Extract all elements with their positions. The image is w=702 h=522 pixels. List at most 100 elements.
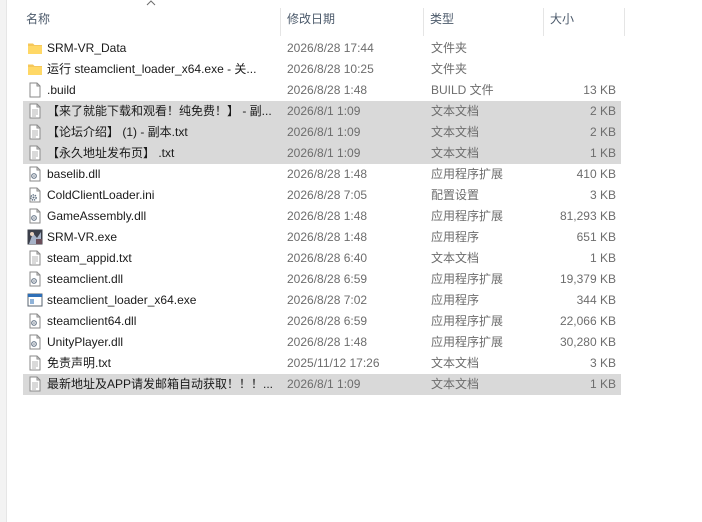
file-type: 应用程序扩展 — [431, 167, 504, 181]
file-modified-date: 2026/8/28 10:25 — [287, 62, 374, 76]
file-size — [543, 59, 616, 80]
column-divider[interactable] — [543, 8, 544, 36]
file-type: 应用程序扩展 — [431, 335, 504, 349]
dll-file-icon — [27, 208, 43, 224]
file-name: 【永久地址发布页】 .txt — [47, 146, 175, 160]
file-type: 文本文档 — [431, 125, 480, 139]
file-size: 344 KB — [576, 293, 616, 307]
file-name: 【论坛介绍】 (1) - 副本.txt — [47, 125, 188, 139]
file-row[interactable]: .build 2026/8/28 1:48 BUILD 文件 13 KB — [23, 80, 621, 101]
file-size: 22,066 KB — [559, 314, 616, 328]
file-name: steamclient_loader_x64.exe — [47, 293, 197, 307]
file-size: 2 KB — [589, 125, 616, 139]
column-header-size[interactable]: 大小 — [546, 0, 624, 36]
file-type: 应用程序扩展 — [431, 209, 504, 223]
column-divider[interactable] — [280, 8, 281, 36]
file-size: 410 KB — [576, 167, 616, 181]
file-type: 应用程序扩展 — [431, 272, 504, 286]
game-exe-icon — [27, 229, 43, 245]
dll-file-icon — [27, 271, 43, 287]
file-row[interactable]: 【永久地址发布页】 .txt 2026/8/1 1:09 文本文档 1 KB — [23, 143, 621, 164]
file-row[interactable]: 免责声明.txt 2025/11/12 17:26 文本文档 3 KB — [23, 353, 621, 374]
file-type: BUILD 文件 — [431, 83, 494, 97]
file-size: 1 KB — [589, 146, 616, 160]
file-row[interactable]: UnityPlayer.dll 2026/8/28 1:48 应用程序扩展 30,28… — [23, 332, 621, 353]
file-name: GameAssembly.dll — [47, 209, 147, 223]
column-divider[interactable] — [624, 8, 625, 36]
file-name: steam_appid.txt — [47, 251, 132, 265]
file-row[interactable]: SRM-VR.exe 2026/8/28 1:48 应用程序 651 KB — [23, 227, 621, 248]
file-row[interactable]: SRM-VR_Data 2026/8/28 17:44 文件夹 — [23, 38, 621, 59]
file-modified-date: 2026/8/28 1:48 — [287, 230, 368, 244]
file-row[interactable]: steamclient64.dll 2026/8/28 6:59 应用程序扩展 22,… — [23, 311, 621, 332]
file-type: 文本文档 — [431, 356, 480, 370]
file-modified-date: 2026/8/28 1:48 — [287, 83, 368, 97]
file-modified-date: 2026/8/1 1:09 — [287, 146, 361, 160]
column-header-type[interactable]: 类型 — [426, 0, 542, 36]
exe-window-icon — [27, 292, 43, 308]
file-size: 3 KB — [589, 188, 616, 202]
file-name: SRM-VR_Data — [47, 41, 127, 55]
file-type: 文件夹 — [431, 62, 468, 76]
file-row[interactable]: steamclient_loader_x64.exe 2026/8/28 7:02… — [23, 290, 621, 311]
file-name: ColdClientLoader.ini — [47, 188, 155, 202]
file-modified-date: 2026/8/28 17:44 — [287, 41, 374, 55]
text-file-icon — [27, 355, 43, 371]
file-type: 文本文档 — [431, 377, 480, 391]
file-modified-date: 2026/8/28 7:02 — [287, 293, 368, 307]
file-modified-date: 2026/8/28 6:40 — [287, 251, 368, 265]
file-name: SRM-VR.exe — [47, 230, 118, 244]
blank-file-icon — [27, 82, 43, 98]
file-type: 文件夹 — [431, 41, 468, 55]
file-row[interactable]: steam_appid.txt 2026/8/28 6:40 文本文档 1 KB — [23, 248, 621, 269]
file-modified-date: 2025/11/12 17:26 — [287, 356, 380, 370]
file-size: 19,379 KB — [559, 272, 616, 286]
file-name: .build — [47, 83, 76, 97]
file-size: 1 KB — [589, 377, 616, 391]
column-header-date[interactable]: 修改日期 — [283, 0, 423, 36]
file-row[interactable]: 【论坛介绍】 (1) - 副本.txt 2026/8/1 1:09 文本文档 2 KB — [23, 122, 621, 143]
text-file-icon — [27, 376, 43, 392]
file-type: 文本文档 — [431, 146, 480, 160]
file-size: 30,280 KB — [559, 335, 616, 349]
file-modified-date: 2026/8/28 1:48 — [287, 167, 368, 181]
text-file-icon — [27, 103, 43, 119]
file-row[interactable]: steamclient.dll 2026/8/28 6:59 应用程序扩展 19,37… — [23, 269, 621, 290]
file-size: 1 KB — [589, 251, 616, 265]
file-size: 651 KB — [576, 230, 616, 244]
file-modified-date: 2026/8/28 6:59 — [287, 272, 368, 286]
file-size: 13 KB — [583, 83, 616, 97]
file-modified-date: 2026/8/1 1:09 — [287, 125, 361, 139]
text-file-icon — [27, 250, 43, 266]
file-modified-date: 2026/8/28 7:05 — [287, 188, 368, 202]
file-modified-date: 2026/8/28 1:48 — [287, 335, 368, 349]
column-divider[interactable] — [423, 8, 424, 36]
file-name: steamclient.dll — [47, 272, 124, 286]
file-row[interactable]: baselib.dll 2026/8/28 1:48 应用程序扩展 410 KB — [23, 164, 621, 185]
file-size: 81,293 KB — [559, 209, 616, 223]
dll-file-icon — [27, 313, 43, 329]
folder-icon — [27, 61, 43, 77]
file-row[interactable]: 最新地址及APP请发邮箱自动获取！！！... 2026/8/1 1:09 文本文档 1… — [23, 374, 621, 395]
file-row[interactable]: 运行 steamclient_loader_x64.exe - 关... 2026… — [23, 59, 621, 80]
file-size: 3 KB — [589, 356, 616, 370]
column-header-name[interactable]: 名称 — [22, 0, 280, 36]
settings-file-icon — [27, 187, 43, 203]
file-name: 最新地址及APP请发邮箱自动获取！！！... — [47, 377, 274, 391]
file-modified-date: 2026/8/28 6:59 — [287, 314, 368, 328]
file-name: 运行 steamclient_loader_x64.exe - 关... — [47, 62, 257, 76]
dll-file-icon — [27, 166, 43, 182]
navigation-pane-edge — [0, 0, 7, 522]
folder-icon — [27, 40, 43, 56]
file-name: 【来了就能下载和观看！纯免费！】 - 副... — [47, 104, 272, 118]
file-type: 文本文档 — [431, 104, 480, 118]
file-row[interactable]: 【来了就能下载和观看！纯免费！】 - 副... 2026/8/1 1:09 文本文档… — [23, 101, 621, 122]
file-row[interactable]: ColdClientLoader.ini 2026/8/28 7:05 配置设置 3 … — [23, 185, 621, 206]
file-name: 免责声明.txt — [47, 356, 112, 370]
file-type: 应用程序 — [431, 230, 480, 244]
dll-file-icon — [27, 334, 43, 350]
text-file-icon — [27, 145, 43, 161]
file-modified-date: 2026/8/1 1:09 — [287, 377, 361, 391]
text-file-icon — [27, 124, 43, 140]
file-row[interactable]: GameAssembly.dll 2026/8/28 1:48 应用程序扩展 81,2… — [23, 206, 621, 227]
